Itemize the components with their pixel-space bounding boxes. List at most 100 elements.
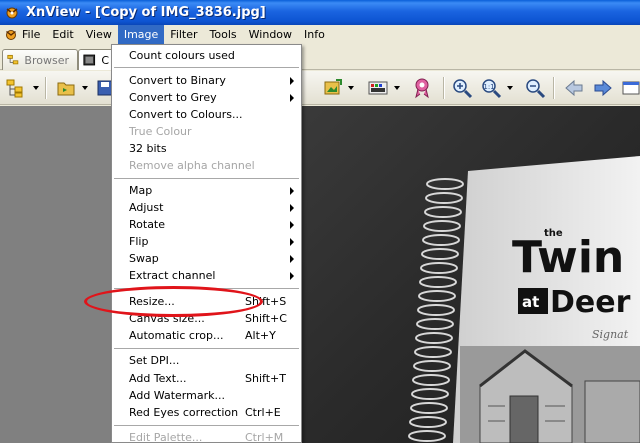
menu-edit[interactable]: Edit	[46, 25, 79, 44]
toolbar-separator	[45, 77, 46, 99]
menu-item-automatic-crop[interactable]: Automatic crop... Alt+Y	[112, 327, 301, 344]
menu-item-label: Convert to Colours...	[129, 108, 243, 121]
zoom-in-button[interactable]	[451, 77, 473, 99]
menu-bar: File Edit View Image Filter Tools Window…	[0, 25, 640, 44]
zoom-out-button[interactable]	[524, 77, 546, 99]
arrow-left-icon	[565, 79, 583, 97]
red-eye-button[interactable]	[411, 77, 433, 99]
menu-image[interactable]: Image	[117, 25, 165, 44]
chevron-down-icon[interactable]	[348, 86, 354, 90]
zoom-1-to-1-icon: 1:1	[482, 79, 502, 99]
menu-separator	[114, 178, 299, 179]
menu-window[interactable]: Window	[243, 25, 298, 44]
submenu-arrow-icon	[290, 94, 294, 102]
window-icon	[622, 81, 640, 95]
tabs-row: Browser C	[0, 44, 640, 70]
main-toolbar: 1:1	[0, 71, 640, 105]
palette-icon	[368, 81, 388, 95]
chevron-down-icon[interactable]	[33, 86, 39, 90]
menu-item-true-colour: True Colour	[112, 123, 301, 140]
tab-image-label: C	[101, 53, 109, 67]
menu-item-shortcut: Shift+T	[245, 372, 286, 385]
next-image-button[interactable]	[592, 77, 614, 99]
menu-info[interactable]: Info	[298, 25, 331, 44]
submenu-arrow-icon	[290, 272, 294, 280]
image-arrows-icon	[324, 79, 342, 95]
image-view-area[interactable]: the Twin at Deer C Signat	[0, 106, 640, 443]
menu-item-edit-palette: Edit Palette... Ctrl+M	[112, 429, 301, 443]
palette-button[interactable]	[367, 77, 389, 99]
chevron-down-icon[interactable]	[507, 86, 513, 90]
app-menu-icon	[6, 29, 16, 40]
menu-item-label: Red Eyes correction	[129, 406, 239, 419]
book-title-at: at	[522, 293, 539, 311]
tree-view-button[interactable]	[4, 77, 26, 99]
tab-browser-label: Browser	[24, 53, 69, 67]
ribbon-icon	[415, 78, 429, 99]
menu-item-label: Map	[129, 184, 153, 197]
menu-item-set-dpi[interactable]: Set DPI...	[112, 352, 301, 369]
image-file-icon	[83, 54, 96, 66]
menu-item-adjust[interactable]: Adjust	[112, 199, 301, 216]
menu-item-convert-colours[interactable]: Convert to Colours...	[112, 106, 301, 123]
image-menu-dropdown: Count colours used Convert to Binary Con…	[111, 44, 302, 443]
book-signature: Signat	[592, 328, 629, 341]
menu-item-add-watermark[interactable]: Add Watermark...	[112, 387, 301, 404]
tab-browser[interactable]: Browser	[2, 49, 78, 70]
menu-item-red-eyes[interactable]: Red Eyes correction Ctrl+E	[112, 404, 301, 421]
zoom-in-icon	[453, 79, 473, 99]
menu-item-label: Extract channel	[129, 269, 216, 282]
chevron-down-icon[interactable]	[394, 86, 400, 90]
menu-item-rotate[interactable]: Rotate	[112, 216, 301, 233]
menu-item-add-text[interactable]: Add Text... Shift+T	[112, 370, 301, 387]
previous-image-button[interactable]	[563, 77, 585, 99]
menu-item-label: Remove alpha channel	[129, 159, 255, 172]
menu-item-convert-binary[interactable]: Convert to Binary	[112, 72, 301, 89]
xnview-app-icon[interactable]	[4, 5, 20, 21]
menu-item-remove-alpha: Remove alpha channel	[112, 157, 301, 174]
menu-item-count-colours[interactable]: Count colours used	[112, 47, 301, 64]
submenu-arrow-icon	[290, 77, 294, 85]
menu-item-shortcut: Alt+Y	[245, 329, 276, 342]
submenu-arrow-icon	[290, 238, 294, 246]
menu-file[interactable]: File	[2, 25, 46, 44]
submenu-arrow-icon	[290, 221, 294, 229]
menu-item-label: Convert to Grey	[129, 91, 217, 104]
menu-item-label: Flip	[129, 235, 149, 248]
menu-item-label: Adjust	[129, 201, 164, 214]
menu-separator	[114, 67, 299, 68]
toolbar-separator	[553, 77, 554, 99]
menu-item-label: Add Text...	[129, 372, 187, 385]
submenu-arrow-icon	[290, 187, 294, 195]
menu-item-convert-grey[interactable]: Convert to Grey	[112, 89, 301, 106]
open-folder-icon	[57, 82, 75, 96]
menu-item-flip[interactable]: Flip	[112, 233, 301, 250]
red-annotation-ellipse	[84, 286, 263, 317]
menu-tools[interactable]: Tools	[204, 25, 243, 44]
menu-file-label: File	[22, 28, 41, 41]
zoom-actual-button[interactable]: 1:1	[480, 77, 502, 99]
menu-item-label: Automatic crop...	[129, 329, 224, 342]
book-title-deer: Deer C	[550, 285, 640, 320]
menu-item-32-bits[interactable]: 32 bits	[112, 140, 301, 157]
menu-item-label: Convert to Binary	[129, 74, 226, 87]
svg-text:1:1: 1:1	[483, 83, 494, 91]
menu-filter[interactable]: Filter	[164, 25, 203, 44]
toolbar-separator	[443, 77, 444, 99]
menu-item-label: Add Watermark...	[129, 389, 225, 402]
menu-item-label: 32 bits	[129, 142, 167, 155]
change-image-button[interactable]	[322, 77, 344, 99]
menu-item-label: Rotate	[129, 218, 166, 231]
menu-item-map[interactable]: Map	[112, 182, 301, 199]
arrow-right-icon	[594, 79, 612, 97]
menu-view[interactable]: View	[80, 25, 118, 44]
chevron-down-icon[interactable]	[82, 86, 88, 90]
title-bar: XnView - [Copy of IMG_3836.jpg]	[0, 0, 640, 25]
open-folder-button[interactable]	[55, 77, 77, 99]
menu-item-swap[interactable]: Swap	[112, 250, 301, 267]
menu-item-label: Set DPI...	[129, 354, 180, 367]
menu-item-shortcut: Ctrl+M	[245, 431, 284, 443]
menu-item-extract-channel[interactable]: Extract channel	[112, 267, 301, 284]
fullscreen-button[interactable]	[620, 77, 640, 99]
book-title-twin: Twin	[512, 232, 624, 283]
